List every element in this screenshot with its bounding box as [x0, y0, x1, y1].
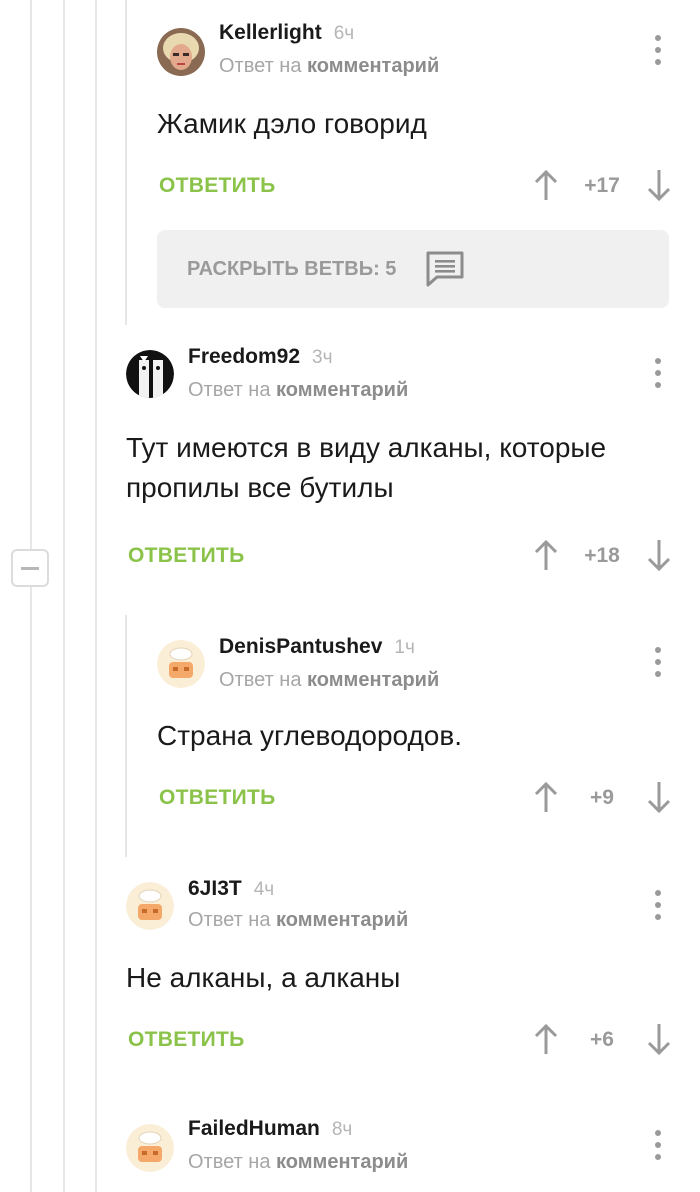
reply-to-link[interactable]: комментарий [276, 909, 408, 931]
username[interactable]: DenisPantushev 1ч [219, 635, 415, 659]
reply-to-line: Ответ на комментарий [219, 669, 440, 691]
avatar[interactable] [157, 28, 205, 76]
reply-button[interactable]: ОТВЕТИТЬ [159, 174, 276, 198]
reply-to-line: Ответ на комментарий [219, 55, 440, 77]
more-vertical-icon[interactable] [654, 647, 662, 677]
reply-to-line: Ответ на комментарий [188, 379, 409, 401]
arrow-down-icon[interactable] [646, 170, 672, 202]
comment-text: Страна углеводородов. [157, 720, 463, 751]
username[interactable]: FailedHuman 8ч [188, 1117, 352, 1141]
thread-line-level-1-lower [30, 587, 32, 1192]
username[interactable]: Freedom92 3ч [188, 345, 333, 369]
reply-button[interactable]: ОТВЕТИТЬ [128, 1028, 245, 1052]
comment-denispantushev: DenisPantushev 1ч Ответ на комментарий Ст… [157, 610, 677, 840]
avatar[interactable] [126, 882, 174, 930]
arrow-up-icon[interactable] [533, 782, 559, 814]
comment-text: Тут имеются в виду алканы, которые пропи… [126, 432, 607, 503]
timestamp: 6ч [333, 23, 355, 44]
reply-to-link[interactable]: комментарий [307, 669, 439, 691]
comment-freedom92: Freedom92 3ч Ответ на комментарий Тут име… [126, 330, 676, 590]
thread-line-level-4-second [125, 615, 127, 857]
username[interactable]: 6JI3T 4ч [188, 877, 274, 901]
username[interactable]: Kellerlight 6ч [219, 21, 354, 45]
reply-to-link[interactable]: комментарий [307, 55, 439, 77]
rating-value: +18 [584, 544, 620, 567]
arrow-down-icon[interactable] [646, 540, 672, 572]
timestamp: 4ч [253, 879, 275, 900]
timestamp: 1ч [394, 637, 415, 658]
arrow-down-icon[interactable] [646, 1024, 672, 1056]
reply-button[interactable]: ОТВЕТИТЬ [128, 544, 245, 568]
expand-thread-label: РАСКРЫТЬ ВЕТВЬ: 5 [187, 258, 397, 280]
comment-kellerlight: Kellerlight 6ч Ответ на комментарий Жамик… [157, 0, 677, 230]
thread-line-level-2 [63, 0, 65, 1192]
more-vertical-icon[interactable] [654, 35, 662, 65]
arrow-down-icon[interactable] [646, 782, 672, 814]
rating-value: +17 [584, 174, 620, 197]
timestamp: 8ч [331, 1119, 353, 1140]
thread-line-level-4 [125, 0, 127, 325]
comment-bubble-icon [426, 251, 464, 287]
thread-line-level-1 [30, 0, 32, 549]
thread-line-level-3 [95, 0, 97, 1192]
avatar[interactable] [126, 1124, 174, 1172]
reply-button[interactable]: ОТВЕТИТЬ [159, 786, 276, 810]
avatar[interactable] [157, 640, 205, 688]
rating-value: +9 [590, 786, 614, 809]
collapse-thread-button[interactable] [11, 549, 49, 587]
avatar[interactable] [126, 350, 174, 398]
collapse-minus-icon [21, 566, 39, 570]
more-vertical-icon[interactable] [654, 890, 662, 920]
comment-6ji3t: 6JI3T 4ч Ответ на комментарий Не алканы, … [126, 860, 676, 1080]
more-vertical-icon[interactable] [654, 358, 662, 388]
reply-to-line: Ответ на комментарий [188, 909, 409, 931]
reply-to-link[interactable]: комментарий [276, 1151, 408, 1173]
reply-to-line: Ответ на комментарий [188, 1151, 409, 1173]
arrow-up-icon[interactable] [533, 540, 559, 572]
comment-failedhuman: FailedHuman 8ч Ответ на комментарий [126, 1100, 676, 1192]
reply-to-link[interactable]: комментарий [276, 379, 408, 401]
expand-thread-button[interactable]: РАСКРЫТЬ ВЕТВЬ: 5 [157, 230, 669, 308]
comment-text: Жамик дэло говорид [157, 108, 427, 139]
comment-text: Не алканы, а алканы [126, 962, 401, 993]
timestamp: 3ч [312, 347, 333, 368]
arrow-up-icon[interactable] [533, 1024, 559, 1056]
rating-value: +6 [590, 1028, 614, 1051]
arrow-up-icon[interactable] [533, 170, 559, 202]
more-vertical-icon[interactable] [654, 1130, 662, 1160]
